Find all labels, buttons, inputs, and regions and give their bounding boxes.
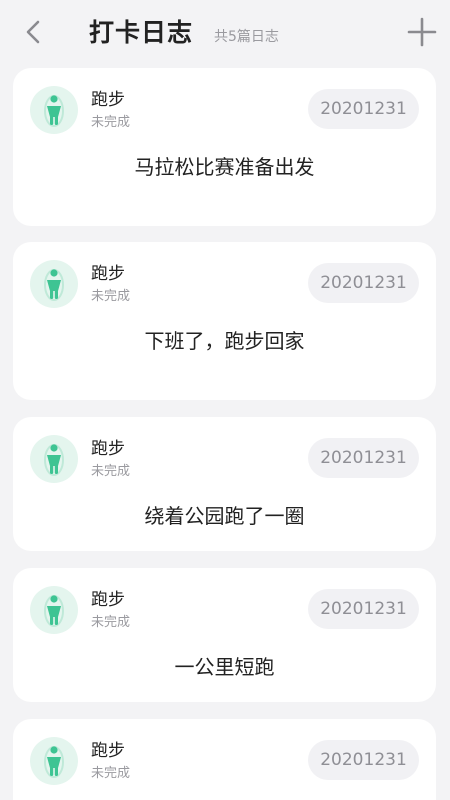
log-card[interactable]: 跑步 未完成 20201231 绕着公园跑了一圈 xyxy=(13,417,436,551)
jump-rope-person-icon xyxy=(44,746,64,778)
page-title: 打卡日志 xyxy=(89,18,194,47)
status-badge: 未完成 xyxy=(91,115,131,130)
avatar xyxy=(30,435,78,483)
card-title: 跑步 xyxy=(91,590,125,610)
log-content: 绕着公园跑了一圈 xyxy=(144,504,305,528)
jump-rope-person-icon xyxy=(44,269,64,301)
card-title: 跑步 xyxy=(91,439,125,459)
chevron-left-icon xyxy=(26,20,40,44)
avatar xyxy=(30,86,78,134)
log-card[interactable]: 跑步 未完成 20201231 xyxy=(13,719,436,800)
log-card[interactable]: 跑步 未完成 20201231 一公里短跑 xyxy=(13,568,436,702)
date-badge: 20201231 xyxy=(308,438,419,478)
jump-rope-person-icon xyxy=(44,595,64,627)
date-badge: 20201231 xyxy=(308,263,419,303)
add-log-button[interactable] xyxy=(404,14,440,50)
card-title: 跑步 xyxy=(91,741,125,761)
log-content: 一公里短跑 xyxy=(174,655,275,679)
avatar xyxy=(30,586,78,634)
jump-rope-person-icon xyxy=(44,95,64,127)
status-badge: 未完成 xyxy=(91,464,131,479)
card-title: 跑步 xyxy=(91,90,125,110)
log-card[interactable]: 跑步 未完成 20201231 下班了，跑步回家 xyxy=(13,242,436,400)
log-content: 下班了，跑步回家 xyxy=(144,329,305,353)
date-badge: 20201231 xyxy=(308,589,419,629)
avatar xyxy=(30,260,78,308)
avatar xyxy=(30,737,78,785)
header: 打卡日志 共5篇日志 xyxy=(0,0,450,66)
log-list[interactable]: 跑步 未完成 20201231 马拉松比赛准备出发 跑步 未完成 2020123… xyxy=(0,66,450,800)
status-badge: 未完成 xyxy=(91,615,131,630)
card-title: 跑步 xyxy=(91,264,125,284)
back-button[interactable] xyxy=(18,14,48,50)
status-badge: 未完成 xyxy=(91,289,131,304)
jump-rope-person-icon xyxy=(44,444,64,476)
plus-icon xyxy=(407,17,437,47)
status-badge: 未完成 xyxy=(91,766,131,781)
log-card[interactable]: 跑步 未完成 20201231 马拉松比赛准备出发 xyxy=(13,68,436,226)
date-badge: 20201231 xyxy=(308,740,419,780)
log-content: 马拉松比赛准备出发 xyxy=(134,155,315,179)
log-count: 共5篇日志 xyxy=(214,29,279,45)
date-badge: 20201231 xyxy=(308,89,419,129)
